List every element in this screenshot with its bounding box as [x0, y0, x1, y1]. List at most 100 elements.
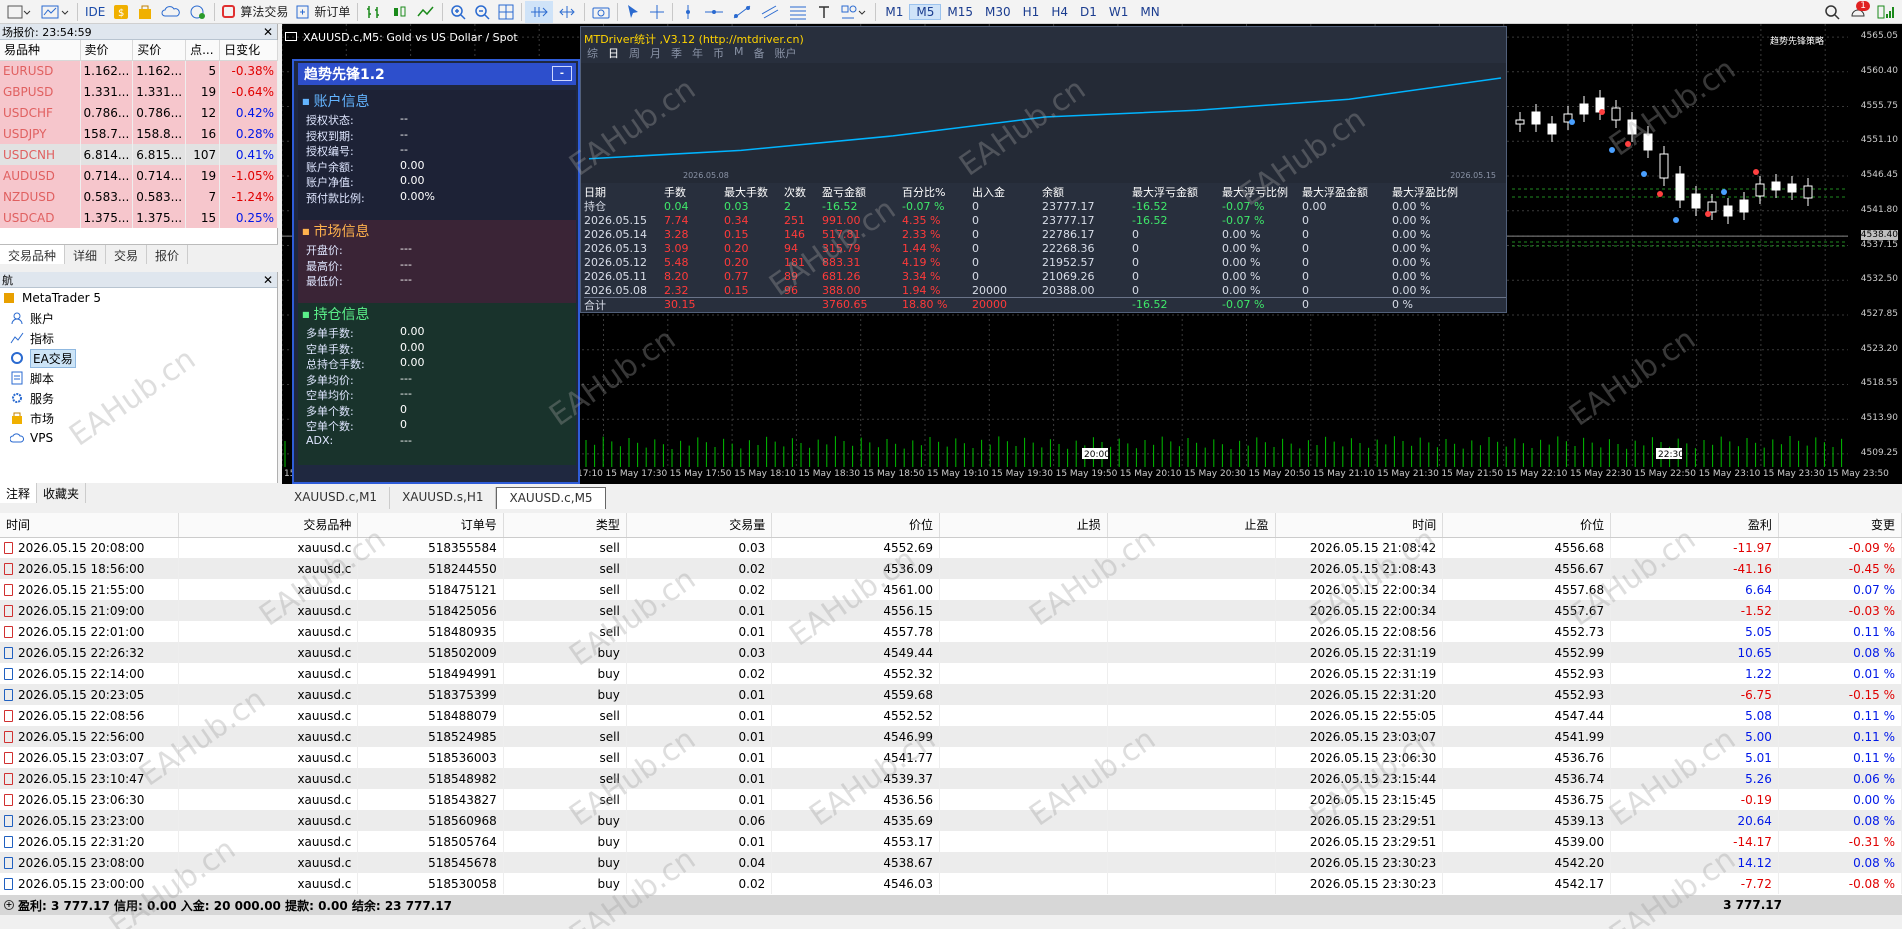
notification-icon[interactable]: 1	[1844, 0, 1872, 23]
trade-row[interactable]: 2026.05.15 22:08:56 xauusd.c 518488079 sell…	[0, 705, 1902, 726]
zoom-out-icon[interactable]	[470, 1, 494, 23]
trade-col-header[interactable]: 止损	[939, 513, 1108, 538]
trade-row[interactable]: 2026.05.15 20:08:00 xauusd.c 518355584 sell…	[0, 537, 1902, 558]
screenshot-icon[interactable]	[588, 1, 614, 23]
tf-h4[interactable]: H4	[1045, 5, 1074, 19]
trade-row[interactable]: 2026.05.15 23:03:07 xauusd.c 518536003 sell…	[0, 747, 1902, 768]
mtd-tab[interactable]: 账户	[775, 45, 797, 61]
algo-trading-button[interactable]: 算法交易	[218, 1, 292, 23]
tile-windows-icon[interactable]	[494, 1, 518, 23]
bag-icon[interactable]	[133, 1, 157, 23]
trade-col-header[interactable]: 时间	[1275, 513, 1444, 538]
col-ask[interactable]: 买价	[132, 40, 187, 61]
ide-button[interactable]: IDE	[81, 1, 109, 23]
new-chart-icon[interactable]	[2, 1, 36, 23]
quote-row[interactable]: USDCAD 1.375... 1.375... 15 0.25%	[0, 207, 278, 228]
quote-row[interactable]: GBPUSD 1.331... 1.331... 19 -0.64%	[0, 81, 278, 102]
col-spread[interactable]: 点...	[185, 40, 221, 61]
close-icon[interactable]: ✕	[263, 273, 277, 287]
dollar-icon[interactable]: $	[109, 1, 133, 23]
tf-m15[interactable]: M15	[941, 5, 979, 19]
nav-root[interactable]: MetaTrader 5	[0, 288, 277, 308]
trade-row[interactable]: 2026.05.15 21:09:00 xauusd.c 518425056 sell…	[0, 600, 1902, 621]
trade-col-header[interactable]: 变更	[1778, 513, 1902, 538]
nav-item-vps[interactable]: VPS	[0, 428, 277, 448]
vps-globe-icon[interactable]	[185, 1, 211, 23]
cloud-icon[interactable]	[157, 1, 185, 23]
shapes-icon[interactable]	[836, 1, 872, 23]
signal-icon[interactable]	[1872, 1, 1902, 23]
tf-d1[interactable]: D1	[1074, 5, 1103, 19]
nav-item-services[interactable]: 服务	[0, 388, 277, 408]
zoom-in-icon[interactable]	[446, 1, 470, 23]
minimize-button[interactable]: -	[552, 66, 572, 81]
new-order-button[interactable]: 新订单	[292, 1, 354, 23]
mtd-tab[interactable]: 周	[629, 45, 640, 61]
tab-chart-m1[interactable]: XAUUSD.c,M1	[282, 487, 391, 509]
nav-item-scripts[interactable]: 脚本	[0, 368, 277, 388]
trade-row[interactable]: 2026.05.15 22:01:00 xauusd.c 518480935 sell…	[0, 621, 1902, 642]
quote-row[interactable]: AUDUSD 0.714... 0.714... 19 -1.05%	[0, 165, 278, 186]
tab-trading[interactable]: 交易	[106, 245, 148, 264]
mtd-tab[interactable]: 年	[692, 45, 703, 61]
quote-row[interactable]: EURUSD 1.162... 1.162... 5 -0.38%	[0, 60, 278, 81]
trade-col-header[interactable]: 类型	[503, 513, 627, 538]
trade-col-header[interactable]: 价位	[1442, 513, 1612, 538]
chart-type-icon[interactable]	[36, 1, 74, 23]
fibonacci-icon[interactable]	[784, 1, 812, 23]
tf-w1[interactable]: W1	[1103, 5, 1135, 19]
mtd-tab[interactable]: 综	[587, 45, 598, 61]
close-icon[interactable]: ✕	[263, 25, 277, 39]
col-bid[interactable]: 卖价	[80, 40, 134, 61]
trade-col-header[interactable]: 价位	[771, 513, 941, 538]
trade-row[interactable]: 2026.05.15 18:56:00 xauusd.c 518244550 sell…	[0, 558, 1902, 579]
crosshair-icon[interactable]	[645, 1, 669, 23]
quote-row[interactable]: USDCNH 6.814... 6.815... 107 0.41%	[0, 144, 278, 165]
line-chart-icon[interactable]	[413, 1, 439, 23]
mtd-tab[interactable]: 日	[608, 45, 619, 61]
nav-item-accounts[interactable]: 账户	[0, 308, 277, 328]
quote-row[interactable]: USDJPY 158.7... 158.8... 16 0.28%	[0, 123, 278, 144]
trade-row[interactable]: 2026.05.15 23:06:30 xauusd.c 518543827 sell…	[0, 789, 1902, 810]
bar-chart-icon[interactable]	[361, 1, 387, 23]
trade-col-header[interactable]: 盈利	[1610, 513, 1779, 538]
trade-row[interactable]: 2026.05.15 21:55:00 xauusd.c 518475121 sell…	[0, 579, 1902, 600]
trade-col-header[interactable]: 订单号	[357, 513, 504, 538]
trade-col-header[interactable]: 交易量	[626, 513, 773, 538]
expand-icon[interactable]: +	[4, 900, 14, 910]
trade-col-header[interactable]: 交易品种	[178, 513, 359, 538]
mtd-tab[interactable]: 季	[671, 45, 682, 61]
tf-m5[interactable]: M5	[909, 3, 942, 20]
vertical-line-icon[interactable]	[676, 1, 700, 23]
tab-chart-m5[interactable]: XAUUSD.c,M5	[496, 487, 606, 509]
tf-h1[interactable]: H1	[1017, 5, 1046, 19]
tab-ticks[interactable]: 报价	[147, 245, 189, 264]
trade-row[interactable]: 2026.05.15 22:31:20 xauusd.c 518505764 buy 0…	[0, 831, 1902, 852]
trade-row[interactable]: 2026.05.15 22:14:00 xauusd.c 518494991 buy 0…	[0, 663, 1902, 684]
mtd-tab[interactable]: 月	[650, 45, 661, 61]
candle-chart-icon[interactable]	[387, 1, 413, 23]
tab-favorites[interactable]: 收藏夹	[37, 483, 87, 503]
nav-item-experts[interactable]: EA交易	[0, 348, 277, 368]
trade-row[interactable]: 2026.05.15 20:23:05 xauusd.c 518375399 buy 0…	[0, 684, 1902, 705]
nav-item-market[interactable]: 市场	[0, 408, 277, 428]
trade-row[interactable]: 2026.05.15 22:56:00 xauusd.c 518524985 sell…	[0, 726, 1902, 747]
trade-row[interactable]: 2026.05.15 23:00:00 xauusd.c 518530058 buy 0…	[0, 873, 1902, 894]
tf-m1[interactable]: M1	[879, 5, 909, 19]
trade-row[interactable]: 2026.05.15 22:26:32 xauusd.c 518502009 buy 0…	[0, 642, 1902, 663]
search-icon[interactable]	[1820, 1, 1844, 23]
tab-symbols[interactable]: 交易品种	[0, 245, 66, 264]
tab-details[interactable]: 详细	[65, 245, 107, 264]
cursor-icon[interactable]	[621, 1, 645, 23]
tf-mn[interactable]: MN	[1134, 5, 1165, 19]
mtd-tab[interactable]: 币	[713, 45, 724, 61]
trade-col-header[interactable]: 止盈	[1107, 513, 1276, 538]
col-symbol[interactable]: 易品种	[0, 40, 81, 61]
tf-m30[interactable]: M30	[979, 5, 1017, 19]
channel-icon[interactable]	[756, 1, 784, 23]
trendline-icon[interactable]	[728, 1, 756, 23]
price-axis[interactable]: 4565.05 4560.40 4555.75 4551.10 4546.45 4541.…	[1848, 24, 1902, 467]
trade-row[interactable]: 2026.05.15 23:10:47 xauusd.c 518548982 sell…	[0, 768, 1902, 789]
trade-row[interactable]: 2026.05.15 23:08:00 xauusd.c 518545678 buy 0…	[0, 852, 1902, 873]
quote-row[interactable]: NZDUSD 0.583... 0.583... 7 -1.24%	[0, 186, 278, 207]
